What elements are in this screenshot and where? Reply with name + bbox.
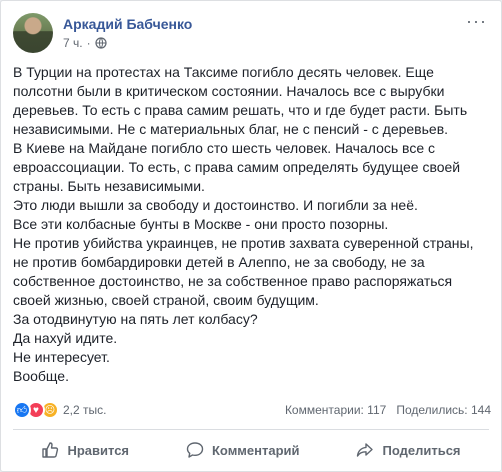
post-line: В Турции на протестах на Таксиме погибло… bbox=[13, 64, 434, 80]
post-meta: 7 ч. · bbox=[63, 36, 107, 50]
globe-icon bbox=[94, 37, 107, 49]
post-text: В Турции на протестах на Таксиме погибло… bbox=[13, 63, 493, 386]
comments-count[interactable]: Комментарии: 117 bbox=[285, 403, 386, 417]
shares-count[interactable]: Поделились: 144 bbox=[396, 403, 491, 417]
post-line: собственное достоинство, не за собственн… bbox=[13, 273, 453, 289]
like-button[interactable]: Нравится bbox=[41, 441, 129, 459]
like-icon: 👍︎ bbox=[13, 401, 31, 419]
post-line: своей жизнью, своей страной, своим будущ… bbox=[13, 292, 319, 308]
divider bbox=[13, 429, 489, 430]
post-line: Не против убийства украинцев, не против … bbox=[13, 235, 474, 251]
share-icon bbox=[356, 441, 374, 459]
post-line: деревьев. То есть с права самим решать, … bbox=[13, 102, 468, 118]
comment-button[interactable]: Комментарий bbox=[186, 441, 300, 459]
author-name[interactable]: Аркадий Бабченко bbox=[63, 16, 192, 32]
thumbs-up-icon bbox=[41, 441, 59, 459]
more-icon[interactable]: ··· bbox=[466, 12, 487, 30]
reaction-icons[interactable]: 👍︎ ♥ ☹ bbox=[13, 401, 59, 419]
reaction-count[interactable]: 2,2 тыс. bbox=[63, 403, 106, 417]
action-bar: Нравится Комментарий Поделиться bbox=[13, 435, 489, 465]
post-line: Все эти колбасные бунты в Москве - они п… bbox=[13, 216, 389, 232]
post-line: Вообще. bbox=[13, 368, 69, 384]
post-line: полсотни были в критическом состоянии. Н… bbox=[13, 83, 445, 99]
post-line: Не интересует. bbox=[13, 349, 110, 365]
reactions-bar: 👍︎ ♥ ☹ 2,2 тыс. Комментарии: 117 Поделил… bbox=[13, 399, 491, 421]
post-line: Да нахуй идите. bbox=[13, 330, 118, 346]
post-line: евроассоциации. То есть, с права самим о… bbox=[13, 159, 461, 175]
post-line: страны. Быть независимыми. bbox=[13, 178, 205, 194]
post-line: За отодвинутую на пять лет колбасу? bbox=[13, 311, 258, 327]
comment-icon bbox=[186, 441, 204, 459]
post-header: Аркадий Бабченко 7 ч. · ··· bbox=[13, 12, 489, 55]
share-button[interactable]: Поделиться bbox=[356, 441, 461, 459]
post-line: независимыми. Не с материальных благ, не… bbox=[13, 121, 449, 137]
post-line: В Киеве на Майдане погибло сто шесть чел… bbox=[13, 140, 435, 156]
like-label: Нравится bbox=[67, 442, 130, 458]
post-card: Аркадий Бабченко 7 ч. · ··· В Турции на … bbox=[0, 0, 502, 472]
avatar[interactable] bbox=[13, 13, 53, 53]
post-line: не против бомбардировки детей в Алеппо, … bbox=[13, 254, 425, 270]
comment-label: Комментарий bbox=[211, 442, 300, 458]
engagement-counts: Комментарии: 117 Поделились: 144 bbox=[285, 403, 491, 417]
share-label: Поделиться bbox=[382, 442, 461, 458]
post-line: Это люди вышли за свободу и достоинство.… bbox=[13, 197, 418, 213]
post-time[interactable]: 7 ч. bbox=[63, 36, 83, 50]
